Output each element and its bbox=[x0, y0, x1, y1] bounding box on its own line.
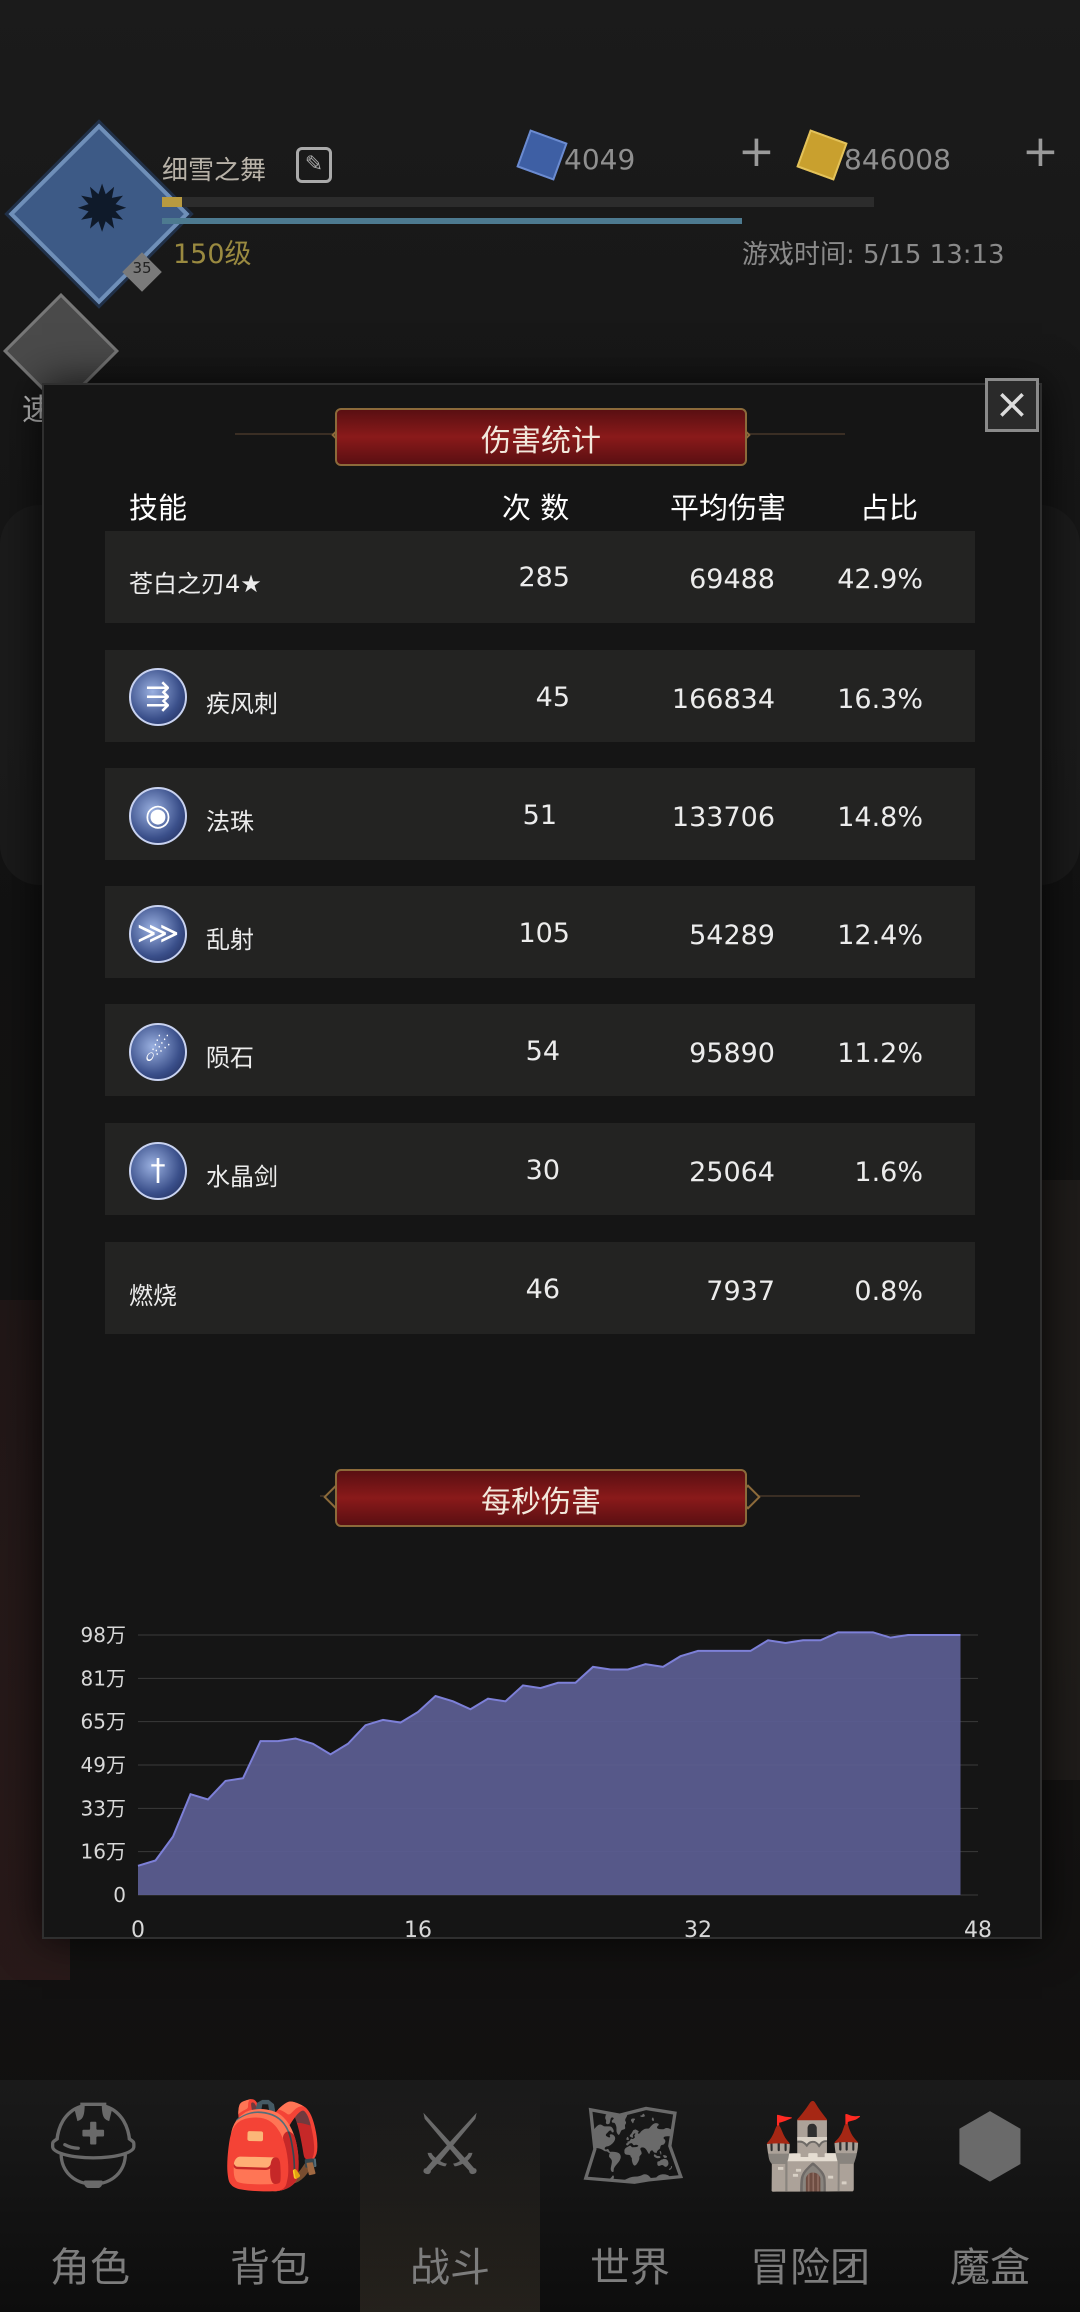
add-gems-button[interactable]: + bbox=[738, 130, 775, 174]
meteor-icon: ☄ bbox=[129, 1023, 187, 1081]
game-time: 游戏时间: 5/15 13:13 bbox=[742, 240, 1005, 270]
skill-count: 105 bbox=[518, 918, 570, 949]
dps-chart: 0 16万 33万 49万 65万 81万 98万 0 16 32 48 bbox=[81, 1623, 992, 1943]
nav-label-backpack[interactable]: 背包 bbox=[180, 2235, 360, 2293]
y-tick-label: 49万 bbox=[81, 1753, 126, 1777]
skill-count: 54 bbox=[525, 1036, 560, 1067]
y-tick-label: 33万 bbox=[81, 1796, 126, 1820]
column-header-count: 次 数 bbox=[502, 491, 570, 525]
skill-avg-damage: 25064 bbox=[689, 1157, 775, 1188]
skill-count: 30 bbox=[525, 1155, 560, 1186]
skill-count: 285 bbox=[518, 562, 570, 593]
backpack-icon: 🎒 bbox=[220, 2096, 325, 2194]
nav-label-adventure-team[interactable]: 冒险团 bbox=[720, 2235, 900, 2293]
flame-emblem-icon: ✹ bbox=[75, 173, 129, 247]
skill-avg-damage: 95890 bbox=[689, 1038, 775, 1069]
skill-name: 陨石 bbox=[206, 1044, 254, 1072]
castle-icon: 🏰 bbox=[760, 2096, 865, 2194]
skill-name: 疾风刺 bbox=[206, 690, 278, 718]
player-level: 150级 bbox=[173, 239, 252, 270]
skill-ratio: 42.9% bbox=[837, 564, 923, 595]
y-tick-label: 65万 bbox=[81, 1710, 126, 1734]
nav-label-world[interactable]: 世界 bbox=[540, 2235, 720, 2293]
avatar-level-badge-text: 35 bbox=[132, 259, 152, 277]
gem-count: 4049 bbox=[564, 143, 636, 176]
nav-label-magic-box[interactable]: 魔盒 bbox=[900, 2235, 1080, 2293]
edit-name-icon[interactable]: ✎ bbox=[296, 147, 332, 183]
y-tick-label: 0 bbox=[113, 1883, 126, 1907]
skill-count: 45 bbox=[535, 682, 570, 713]
skill-ratio: 0.8% bbox=[854, 1276, 923, 1307]
skill-count: 51 bbox=[522, 800, 557, 831]
skill-name: 燃烧 bbox=[129, 1282, 177, 1310]
exp-bar-fill bbox=[162, 197, 182, 207]
skill-name: 苍白之刃4★ bbox=[129, 570, 262, 598]
x-tick-label: 32 bbox=[684, 1918, 712, 1943]
skill-ratio: 12.4% bbox=[837, 920, 923, 951]
skill-ratio: 1.6% bbox=[854, 1157, 923, 1188]
column-header-skill: 技能 bbox=[129, 491, 188, 525]
skill-avg-damage: 54289 bbox=[689, 920, 775, 951]
column-header-avg: 平均伤害 bbox=[670, 491, 787, 525]
wind-stab-icon: ⇶ bbox=[129, 668, 187, 726]
skill-ratio: 16.3% bbox=[837, 684, 923, 715]
close-button[interactable]: × bbox=[985, 378, 1039, 432]
gold-count: 846008 bbox=[844, 143, 951, 176]
barrage-icon: ⋙ bbox=[129, 905, 187, 963]
secondary-bar-fill bbox=[162, 218, 742, 224]
skill-avg-damage: 69488 bbox=[689, 564, 775, 595]
x-tick-label: 16 bbox=[404, 1918, 432, 1943]
skill-avg-damage: 7937 bbox=[706, 1276, 775, 1307]
skill-count: 46 bbox=[525, 1274, 560, 1305]
magic-box-icon: ⬢ bbox=[953, 2096, 1027, 2194]
sword-shield-icon: ⚔ bbox=[412, 2096, 488, 2194]
nav-label-battle[interactable]: 战斗 bbox=[360, 2235, 540, 2293]
dps-title: 每秒伤害 bbox=[481, 1485, 601, 1520]
magic-orb-icon: ◉ bbox=[129, 787, 187, 845]
skill-name: 水晶剑 bbox=[206, 1163, 278, 1191]
dialog-title: 伤害统计 bbox=[481, 424, 601, 459]
exp-bar-track bbox=[162, 197, 874, 207]
add-gold-button[interactable]: + bbox=[1022, 130, 1059, 174]
map-scroll-icon: 🗺 bbox=[580, 2096, 687, 2194]
dps-area bbox=[138, 1632, 961, 1895]
y-tick-label: 98万 bbox=[81, 1623, 126, 1647]
skill-ratio: 14.8% bbox=[837, 802, 923, 833]
y-tick-label: 81万 bbox=[81, 1666, 126, 1690]
crystal-sword-icon: † bbox=[129, 1142, 187, 1200]
x-tick-label: 0 bbox=[131, 1918, 145, 1943]
helmet-icon: ⛑ bbox=[40, 2096, 147, 2194]
player-name: 细雪之舞 bbox=[162, 156, 267, 186]
skill-name: 法珠 bbox=[206, 808, 254, 836]
column-header-ratio: 占比 bbox=[860, 491, 919, 525]
x-tick-label: 48 bbox=[964, 1918, 992, 1943]
nav-label-character[interactable]: 角色 bbox=[0, 2235, 180, 2293]
skill-ratio: 11.2% bbox=[837, 1038, 923, 1069]
skill-avg-damage: 133706 bbox=[671, 802, 775, 833]
skill-name: 乱射 bbox=[206, 926, 254, 954]
y-tick-label: 16万 bbox=[81, 1840, 126, 1864]
skill-avg-damage: 166834 bbox=[671, 684, 775, 715]
